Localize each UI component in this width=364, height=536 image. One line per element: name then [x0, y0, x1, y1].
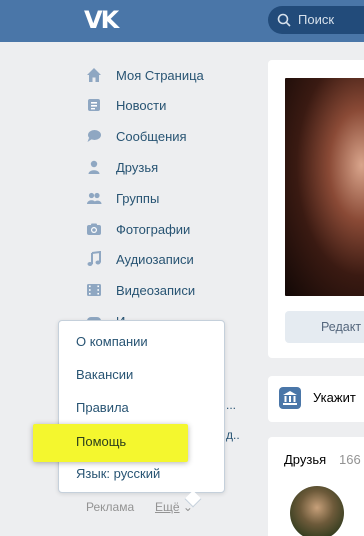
partial-text: ...: [226, 398, 237, 412]
more-dropdown: О компании Вакансии Правила Язык: русски…: [58, 320, 225, 508]
sidebar-item-photos[interactable]: Фотографии: [86, 214, 246, 244]
groups-icon: [87, 192, 102, 204]
sidebar-item-news[interactable]: Новости: [86, 90, 246, 120]
home-icon: [87, 68, 101, 82]
partial-text: д..: [226, 428, 240, 442]
more-label: Ещё: [155, 500, 180, 514]
sidebar-item-my-page[interactable]: Моя Страница: [86, 60, 246, 90]
sidebar-item-label: Новости: [116, 97, 167, 113]
friend-avatar[interactable]: [290, 486, 344, 536]
edit-profile-button[interactable]: Редакт: [285, 311, 364, 343]
sidebar-item-label: Моя Страница: [116, 67, 204, 83]
sidebar-item-label: Видеозаписи: [116, 282, 196, 298]
sidebar-item-label: Аудиозаписи: [116, 251, 194, 267]
menu-item-language[interactable]: Язык: русский: [76, 466, 160, 481]
search-input[interactable]: Поиск: [268, 6, 364, 34]
hint-text[interactable]: Укажит: [313, 390, 356, 405]
menu-item-help-label: Помощь: [76, 434, 127, 449]
sidebar-item-audio[interactable]: Аудиозаписи: [86, 244, 246, 274]
friends-count: 166: [339, 452, 361, 467]
sidebar-item-label: Сообщения: [116, 128, 187, 144]
music-icon: [87, 251, 101, 266]
news-icon: [88, 99, 100, 111]
sidebar-item-video[interactable]: Видеозаписи: [86, 275, 246, 305]
sidebar-item-groups[interactable]: Группы: [86, 183, 246, 213]
sidebar-item-messages[interactable]: Сообщения: [86, 121, 246, 151]
video-icon: [87, 284, 101, 296]
vk-logo[interactable]: VK: [84, 8, 124, 32]
sidebar-item-label: Друзья: [116, 159, 159, 175]
messages-icon: [87, 130, 101, 142]
friends-icon: [88, 160, 100, 174]
sidebar-item-friends[interactable]: Друзья: [86, 152, 246, 182]
menu-item-rules[interactable]: Правила: [76, 400, 129, 415]
camera-icon: [87, 223, 101, 235]
profile-photo[interactable]: [285, 78, 364, 296]
menu-item-help-highlighted[interactable]: Помощь: [33, 424, 188, 462]
menu-item-jobs[interactable]: Вакансии: [76, 367, 133, 382]
institution-icon: [279, 387, 301, 409]
top-bar: VK Поиск: [0, 0, 364, 42]
sidebar-item-label: Группы: [116, 190, 160, 206]
friends-title[interactable]: Друзья: [284, 452, 326, 467]
ads-link[interactable]: Реклама: [86, 500, 134, 514]
sidebar-item-label: Фотографии: [116, 221, 191, 237]
search-icon: [277, 13, 291, 27]
search-placeholder: Поиск: [298, 12, 335, 27]
menu-item-about[interactable]: О компании: [76, 334, 148, 349]
